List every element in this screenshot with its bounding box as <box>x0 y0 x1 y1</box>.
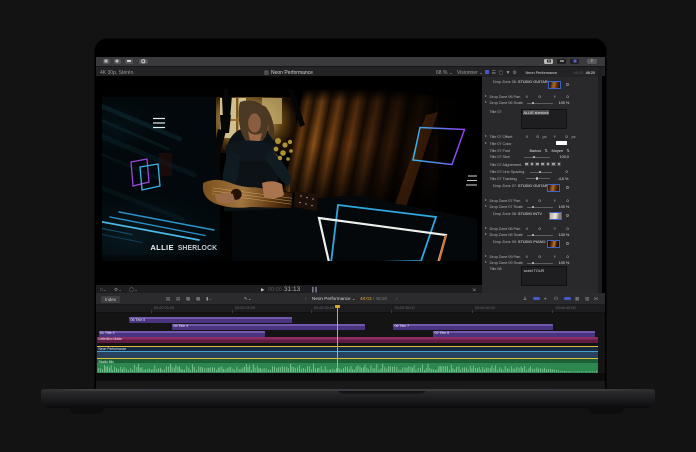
svg-text:SHERLOCK: SHERLOCK <box>177 245 216 252</box>
svg-text:ALLIE: ALLIE <box>150 243 173 252</box>
